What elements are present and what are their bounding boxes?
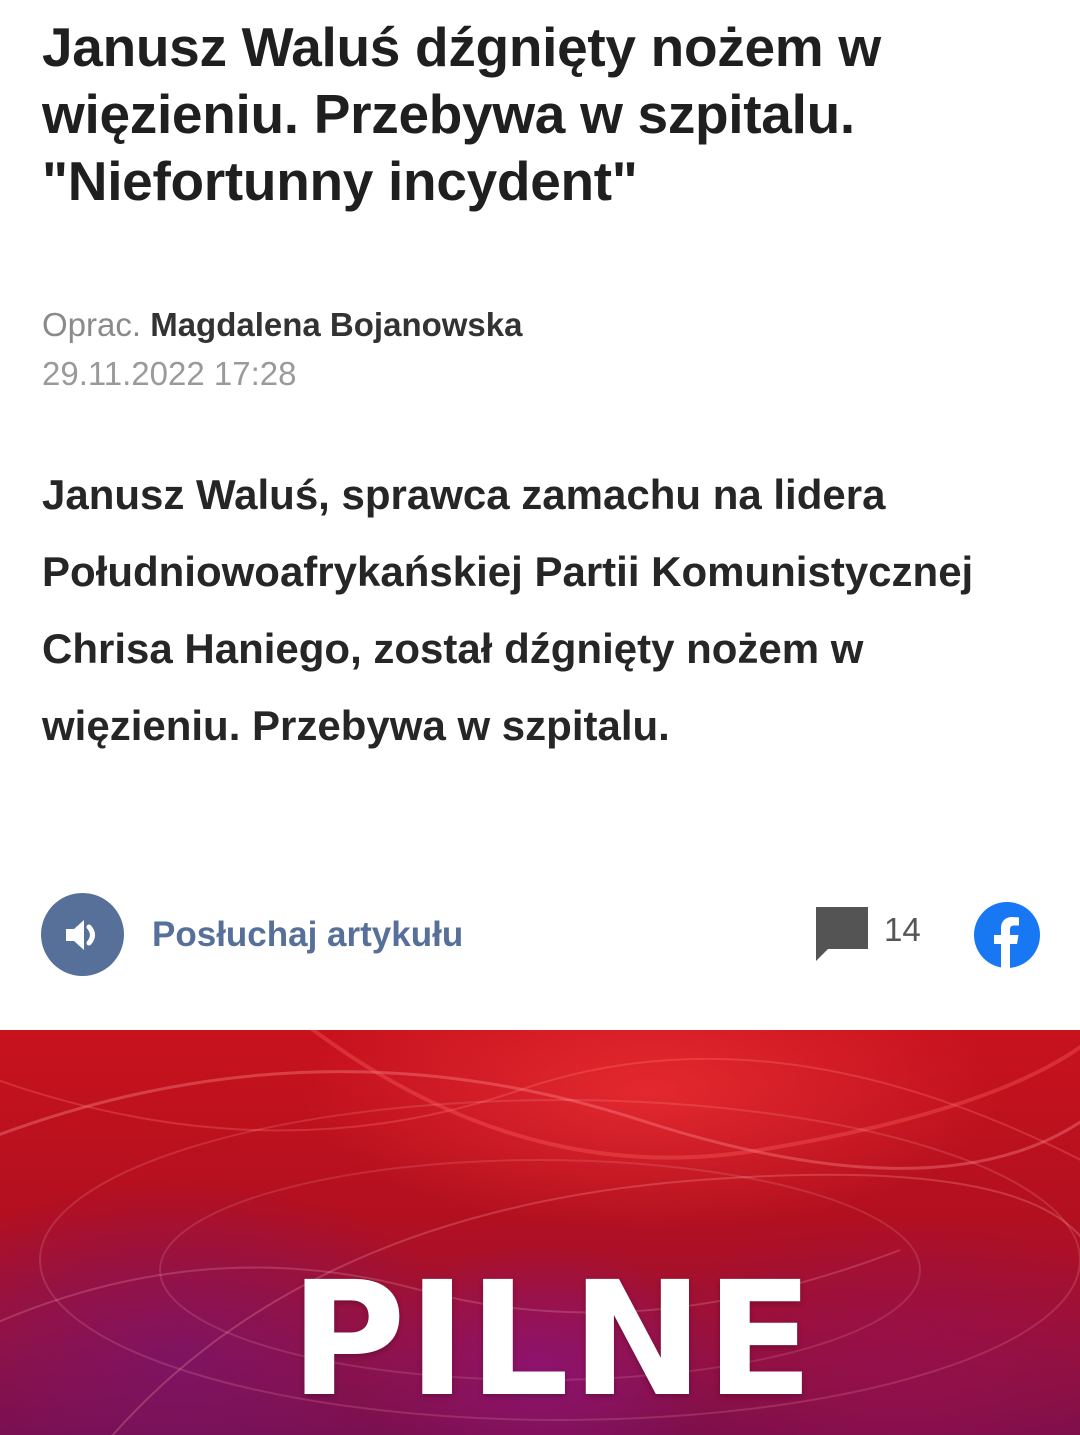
listen-article-label[interactable]: Posłuchaj artykułu [152,913,463,957]
article-lead: Janusz Waluś, sprawca zamachu na lidera … [42,471,974,749]
article-page: Janusz Waluś dźgnięty nożem w więzieniu.… [0,0,1080,1435]
urgent-label: PILNE [290,1248,816,1432]
facebook-icon [974,902,1040,973]
listen-button[interactable] [41,893,124,976]
author-name[interactable]: Magdalena Bojanowska [150,306,522,343]
comment-icon [814,905,870,963]
byline-prefix: Oprac. [42,306,142,343]
urgent-news-banner: PILNE [0,1030,1080,1435]
facebook-share-button[interactable] [974,902,1040,968]
comments-count: 14 [884,911,921,948]
comments-button[interactable]: 14 [814,905,921,963]
article-headline: Janusz Waluś dźgnięty nożem w więzieniu.… [42,16,881,212]
speaker-icon [60,912,106,958]
publish-date: 29.11.2022 17:28 [42,355,297,392]
byline: Oprac. Magdalena Bojanowska [42,304,522,346]
